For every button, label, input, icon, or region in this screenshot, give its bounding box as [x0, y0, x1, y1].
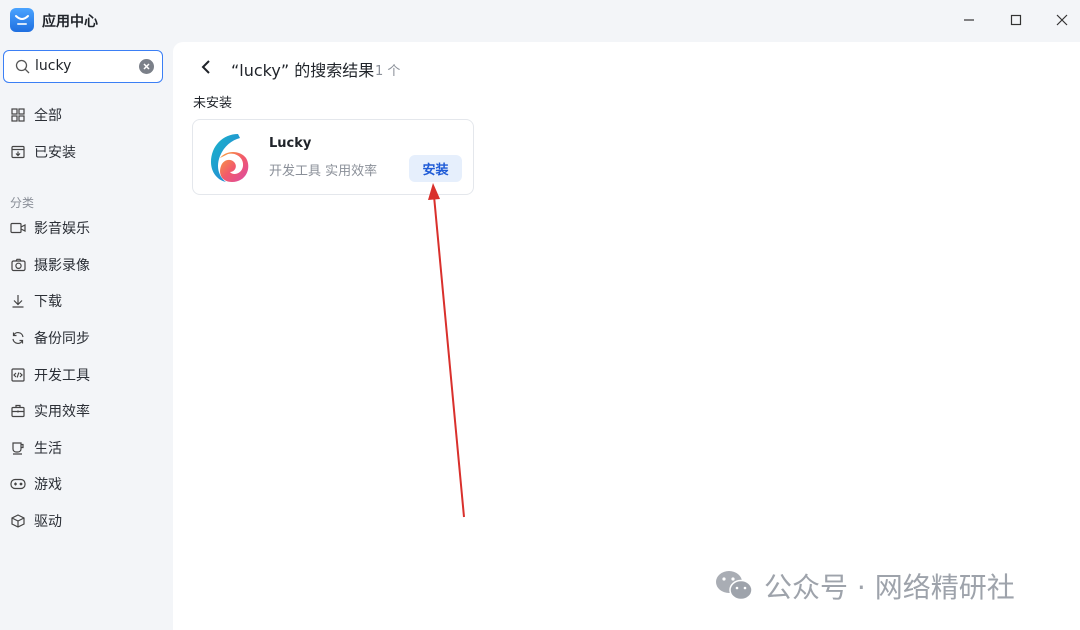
sidebar-item-devtools[interactable]: 开发工具	[10, 363, 90, 387]
app-card[interactable]: Lucky 开发工具 实用效率 安装	[192, 119, 474, 195]
camera-icon	[10, 257, 26, 273]
app-name: Lucky	[269, 136, 312, 151]
sidebar-item-label: 开发工具	[34, 368, 90, 384]
sync-icon	[10, 330, 26, 346]
grid-icon	[10, 107, 26, 123]
sidebar-item-label: 实用效率	[34, 404, 90, 420]
sidebar-item-download[interactable]: 下载	[10, 289, 62, 313]
code-icon	[10, 367, 26, 383]
app-store-icon	[10, 8, 34, 32]
maximize-icon	[1010, 14, 1022, 26]
main-panel: “lucky” 的搜索结果 1 个 未安装 Lucky 开发工具 实用效率 安装	[173, 42, 1080, 630]
sidebar-item-sync[interactable]: 备份同步	[10, 326, 90, 350]
sidebar-item-label: 全部	[34, 108, 62, 124]
window-title: 应用中心	[42, 14, 98, 30]
page-title: “lucky” 的搜索结果	[231, 61, 375, 80]
install-button[interactable]: 安装	[409, 155, 462, 182]
search-input[interactable]: lucky	[3, 50, 163, 83]
section-title-not-installed: 未安装	[193, 96, 233, 111]
title-bar: 应用中心	[0, 0, 1080, 40]
sidebar-item-drivers[interactable]: 驱动	[10, 509, 62, 533]
maximize-button[interactable]	[1004, 8, 1028, 32]
download-icon	[10, 293, 26, 309]
sidebar-item-games[interactable]: 游戏	[10, 472, 62, 496]
gamepad-icon	[10, 476, 26, 492]
back-icon	[201, 60, 210, 74]
sidebar-item-label: 影音娱乐	[34, 221, 90, 237]
sidebar-item-camera[interactable]: 摄影录像	[10, 253, 90, 277]
sidebar-item-label: 生活	[34, 441, 62, 457]
app-tags: 开发工具 实用效率	[269, 164, 378, 179]
wechat-icon	[716, 571, 753, 601]
sidebar-item-label: 已安装	[34, 145, 76, 161]
sidebar-item-installed[interactable]: 已安装	[10, 140, 76, 164]
sidebar-item-label: 摄影录像	[34, 258, 90, 274]
cup-icon	[10, 440, 26, 456]
back-button[interactable]	[196, 57, 216, 77]
watermark: 公众号 · 网络精研社	[714, 566, 1015, 606]
watermark-text: 公众号 · 网络精研社	[764, 571, 1015, 604]
minimize-icon	[964, 19, 974, 21]
minimize-button[interactable]	[957, 8, 981, 32]
search-value: lucky	[35, 58, 72, 74]
cube-icon	[10, 513, 26, 529]
lucky-app-icon	[211, 134, 249, 182]
sidebar-item-label: 下载	[34, 294, 62, 310]
toolbox-icon	[10, 403, 26, 419]
installed-icon	[10, 144, 26, 160]
sidebar-item-life[interactable]: 生活	[10, 436, 62, 460]
sidebar-item-productivity[interactable]: 实用效率	[10, 399, 90, 423]
video-icon	[10, 220, 26, 236]
close-button[interactable]	[1050, 8, 1074, 32]
sidebar-item-label: 备份同步	[34, 331, 90, 347]
search-icon	[15, 59, 30, 74]
sidebar-item-all[interactable]: 全部	[10, 103, 62, 127]
category-heading: 分类	[10, 196, 35, 210]
clear-icon[interactable]	[139, 59, 154, 74]
result-count: 1 个	[375, 64, 401, 79]
sidebar-item-label: 游戏	[34, 477, 62, 493]
sidebar-item-video[interactable]: 影音娱乐	[10, 216, 90, 240]
close-icon	[1056, 14, 1068, 26]
sidebar-item-label: 驱动	[34, 514, 62, 530]
